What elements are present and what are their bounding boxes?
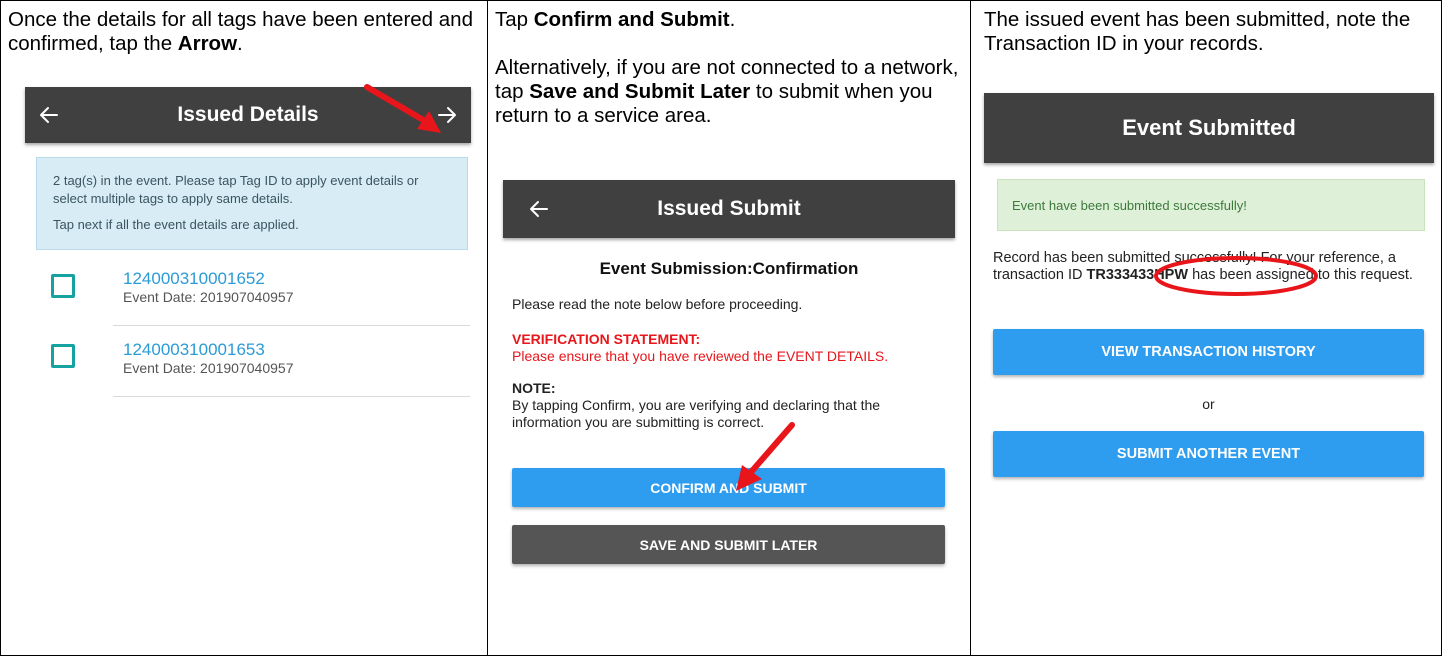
arrow-right-icon[interactable] <box>435 103 459 127</box>
tag-checkbox[interactable] <box>51 344 75 368</box>
step-instruction: Tap Confirm and Submit. Alternatively, i… <box>495 8 959 127</box>
issued-submit-appbar: Issued Submit <box>503 180 955 238</box>
transaction-id: TR333433HPW <box>1086 267 1189 283</box>
tag-id-link[interactable]: 124000310001653 <box>123 340 265 360</box>
event-submitted-appbar: Event Submitted <box>984 93 1434 163</box>
appbar-title: Issued Details <box>177 103 319 126</box>
tag-checkbox[interactable] <box>51 274 75 298</box>
note-text: By tapping Confirm, you are verifying an… <box>512 397 881 430</box>
tags-info-box: 2 tag(s) in the event. Please tap Tag ID… <box>36 157 468 250</box>
tag-list-item[interactable]: 124000310001653 Event Date: 201907040957 <box>1 336 489 396</box>
note-intro: Please read the note below before procee… <box>512 296 803 312</box>
info-text: 2 tag(s) in the event. Please tap Tag ID… <box>53 173 419 206</box>
step-instruction: Once the details for all tags have been … <box>8 8 473 55</box>
instruction-table: Once the details for all tags have been … <box>0 0 1442 656</box>
tag-event-date: Event Date: 201907040957 <box>123 360 294 376</box>
list-divider <box>113 396 470 397</box>
info-hint: Tap next if all the event details are ap… <box>53 217 299 232</box>
save-and-submit-later-button[interactable]: SAVE AND SUBMIT LATER <box>512 525 945 564</box>
note-title: NOTE: <box>512 380 556 396</box>
record-message: Record has been submitted successfully! … <box>993 250 1413 283</box>
tag-event-date: Event Date: 201907040957 <box>123 289 294 305</box>
note-block: NOTE: By tapping Confirm, you are verify… <box>512 380 932 431</box>
verification-text: Please ensure that you have reviewed the… <box>512 348 889 364</box>
appbar-title: Event Submitted <box>1122 115 1296 140</box>
submit-another-event-button[interactable]: SUBMIT ANOTHER EVENT <box>993 431 1424 477</box>
list-divider <box>113 325 470 326</box>
step-cell-arrow: Once the details for all tags have been … <box>0 0 488 656</box>
confirm-and-submit-button[interactable]: CONFIRM AND SUBMIT <box>512 468 945 507</box>
tag-list-item[interactable]: 124000310001652 Event Date: 201907040957 <box>1 265 489 325</box>
appbar-title: Issued Submit <box>657 197 801 220</box>
success-alert: Event have been submitted successfully! <box>997 179 1425 231</box>
step-instruction: The issued event has been submitted, not… <box>984 8 1411 55</box>
step-cell-submitted: The issued event has been submitted, not… <box>970 0 1442 656</box>
view-transaction-history-button[interactable]: VIEW TRANSACTION HISTORY <box>993 329 1424 375</box>
issued-details-appbar: Issued Details <box>25 87 471 143</box>
confirmation-heading: Event Submission:Confirmation <box>599 259 859 278</box>
or-separator: or <box>1202 396 1215 412</box>
step-cell-confirm: Tap Confirm and Submit. Alternatively, i… <box>487 0 971 656</box>
tag-id-link[interactable]: 124000310001652 <box>123 269 265 289</box>
verification-statement: VERIFICATION STATEMENT: Please ensure th… <box>512 331 952 365</box>
verification-title: VERIFICATION STATEMENT: <box>512 331 701 347</box>
success-text: Event have been submitted successfully! <box>1012 197 1247 213</box>
